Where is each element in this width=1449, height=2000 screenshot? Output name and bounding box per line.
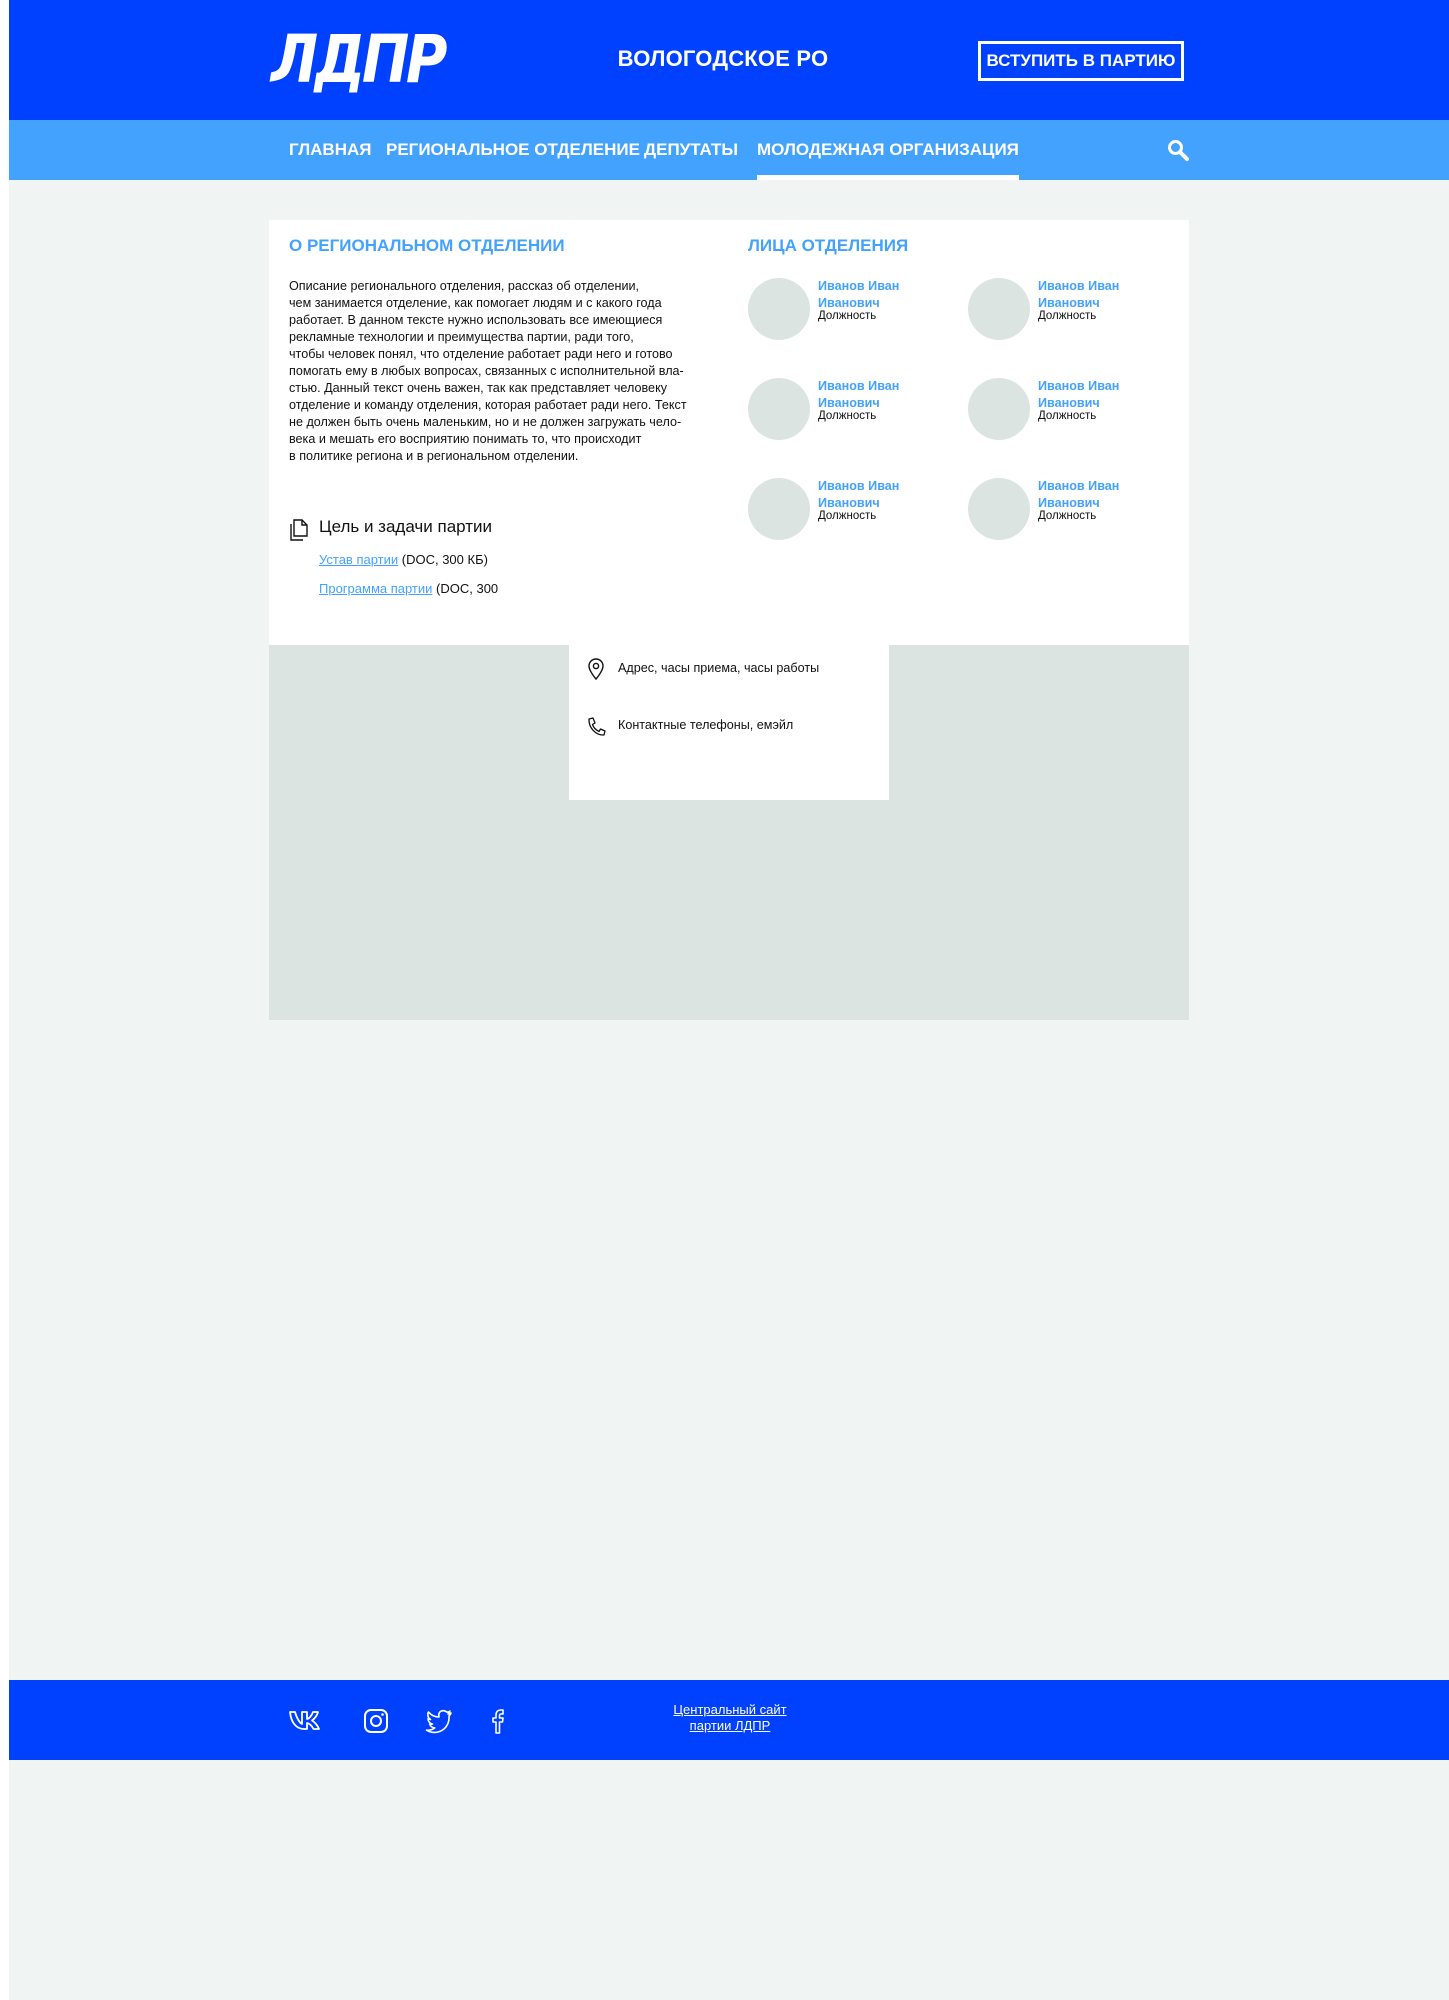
person-name[interactable]: Иванов Иван Иванович xyxy=(818,478,928,512)
documents-icon xyxy=(290,519,308,541)
person-card[interactable]: Иванов Иван Иванович Должность xyxy=(748,378,948,440)
central-site-link-line1[interactable]: Центральный сайт xyxy=(640,1702,820,1718)
person-name[interactable]: Иванов Иван Иванович xyxy=(1038,278,1148,312)
region-title: ВОЛОГОДСКОЕ РО xyxy=(617,46,829,71)
avatar xyxy=(748,478,810,540)
charter-link[interactable]: Устав партии xyxy=(319,552,398,567)
person-role: Должность xyxy=(1038,410,1097,422)
charter-meta: (DOC, 300 КБ) xyxy=(398,552,488,567)
central-site-link[interactable]: Центральный сайт партии ЛДПР xyxy=(640,1702,820,1734)
nav-item-youth-organization[interactable]: МОЛОДЕЖНАЯ ОРГАНИЗАЦИЯ xyxy=(757,120,1019,180)
search-icon[interactable] xyxy=(1166,138,1190,162)
central-site-link-line2[interactable]: партии ЛДПР xyxy=(640,1718,820,1734)
avatar xyxy=(968,378,1030,440)
doc-program: Программа партии (DOC, 300 xyxy=(319,581,498,596)
address-text: Адрес, часы приема, часы работы xyxy=(618,661,820,675)
person-role: Должность xyxy=(818,510,877,522)
phone-icon xyxy=(588,717,606,736)
instagram-icon[interactable] xyxy=(362,1707,390,1735)
goals-title: Цель и задачи партии xyxy=(319,517,493,536)
phones-text: Контактные телефоны, емэйл xyxy=(618,718,794,732)
avatar xyxy=(748,378,810,440)
program-meta: (DOC, 300 xyxy=(432,581,499,596)
location-pin-icon xyxy=(588,658,604,680)
person-card[interactable]: Иванов Иван Иванович Должность xyxy=(968,378,1168,440)
person-role: Должность xyxy=(818,410,877,422)
person-card[interactable]: Иванов Иван Иванович Должность xyxy=(968,478,1168,540)
person-role: Должность xyxy=(818,310,877,322)
person-role: Должность xyxy=(1038,510,1097,522)
person-name[interactable]: Иванов Иван Иванович xyxy=(1038,378,1148,412)
ldpr-logo[interactable]: ЛДПР xyxy=(271,24,447,96)
avatar xyxy=(748,278,810,340)
person-name[interactable]: Иванов Иван Иванович xyxy=(1038,478,1148,512)
avatar xyxy=(968,478,1030,540)
person-card[interactable]: Иванов Иван Иванович Должность xyxy=(748,278,948,340)
person-name[interactable]: Иванов Иван Иванович xyxy=(818,278,928,312)
faces-section-title: ЛИЦА ОТДЕЛЕНИЯ xyxy=(748,236,909,255)
nav-item-deputies[interactable]: ДЕПУТАТЫ xyxy=(644,120,738,180)
person-name[interactable]: Иванов Иван Иванович xyxy=(818,378,928,412)
person-role: Должность xyxy=(1038,310,1097,322)
person-card[interactable]: Иванов Иван Иванович Должность xyxy=(748,478,948,540)
about-description: Описание регионального отделения, расска… xyxy=(289,279,687,463)
twitter-icon[interactable] xyxy=(424,1707,454,1735)
facebook-icon[interactable] xyxy=(488,1707,508,1735)
about-section-title: О РЕГИОНАЛЬНОМ ОТДЕЛЕНИИ xyxy=(289,236,565,255)
doc-charter: Устав партии (DOC, 300 КБ) xyxy=(319,552,488,567)
join-party-button[interactable]: ВСТУПИТЬ В ПАРТИЮ xyxy=(978,41,1184,81)
nav-item-regional-branch[interactable]: РЕГИОНАЛЬНОЕ ОТДЕЛЕНИЕ xyxy=(386,120,640,180)
avatar xyxy=(968,278,1030,340)
vk-icon[interactable] xyxy=(288,1707,326,1735)
program-link[interactable]: Программа партии xyxy=(319,581,432,596)
nav-item-main[interactable]: ГЛАВНАЯ xyxy=(289,120,371,180)
person-card[interactable]: Иванов Иван Иванович Должность xyxy=(968,278,1168,340)
